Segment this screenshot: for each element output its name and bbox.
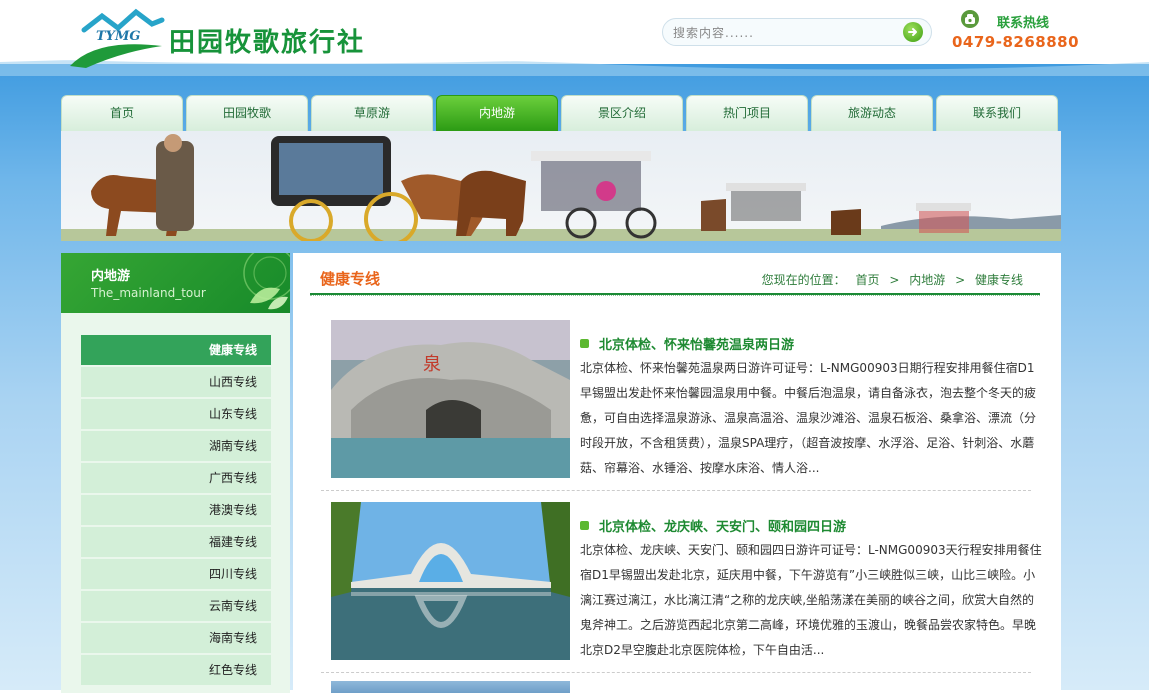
breadcrumb-link-mainland[interactable]: 内地游: [909, 273, 945, 287]
leaf-decoration-icon: [243, 253, 290, 310]
sidebar-item-hainan[interactable]: 海南专线: [81, 623, 271, 653]
site-logo[interactable]: TYMG 田园牧歌旅行社: [66, 8, 416, 70]
sidebar-item-health[interactable]: 健康专线: [81, 335, 271, 365]
article-title-link[interactable]: 北京体检、龙庆峡、天安门、颐和园四日游: [580, 516, 846, 535]
article-thumbnail-hotspring[interactable]: 泉: [331, 320, 570, 478]
sidebar-item-guangxi[interactable]: 广西专线: [81, 463, 271, 493]
logo-mark-text: TYMG: [96, 29, 140, 44]
breadcrumb-prefix: 您现在的位置：: [761, 273, 846, 287]
nav-item-contact[interactable]: 联系我们: [936, 95, 1058, 131]
sidebar-menu: 健康专线 山西专线 山东专线 湖南专线 广西专线 港澳专线 福建专线 四川专线 …: [81, 335, 271, 687]
sidebar-item-fujian[interactable]: 福建专线: [81, 527, 271, 557]
sidebar-title: 内地游: [91, 269, 131, 284]
content-panel: 健康专线 您现在的位置： 首页 > 内地游 > 健康专线 泉 北京体检、怀来怡馨…: [293, 253, 1061, 693]
sidebar-item-shandong[interactable]: 山东专线: [81, 399, 271, 429]
svg-text:泉: 泉: [423, 354, 441, 375]
sidebar-item-shanxi[interactable]: 山西专线: [81, 367, 271, 397]
article-divider: [321, 490, 1031, 491]
search-button[interactable]: [903, 22, 923, 42]
logo-emblem-icon: TYMG: [70, 8, 165, 68]
breadcrumb-current[interactable]: 健康专线: [975, 273, 1023, 287]
article-thumbnail-partial[interactable]: [331, 681, 570, 693]
breadcrumb-separator: >: [955, 273, 966, 287]
search-input[interactable]: [671, 22, 895, 44]
list-item: 泉 北京体检、怀来怡馨苑温泉两日游 北京体检、怀来怡馨苑温泉两日游许可证号：L-…: [331, 320, 1036, 482]
title-divider: [310, 293, 1040, 296]
main-container: 首页 田园牧歌 草原游 内地游 景区介绍 热门项目 旅游动态 联系我们 内地游 …: [61, 95, 1061, 695]
hotline-label: 联系热线: [997, 16, 1050, 31]
brand-name: 田园牧歌旅行社: [169, 28, 366, 58]
sidebar-item-sichuan[interactable]: 四川专线: [81, 559, 271, 589]
page-title: 健康专线: [320, 270, 381, 288]
main-nav: 首页 田园牧歌 草原游 内地游 景区介绍 热门项目 旅游动态 联系我们: [61, 95, 1061, 131]
arrow-right-icon: [908, 28, 917, 36]
article-thumbnail-bridge[interactable]: [331, 502, 570, 660]
nav-item-news[interactable]: 旅游动态: [811, 95, 933, 131]
search-box: [662, 18, 932, 46]
article-title-link[interactable]: 北京体检、怀来怡馨苑温泉两日游: [580, 334, 794, 353]
nav-item-tianyuan[interactable]: 田园牧歌: [186, 95, 308, 131]
banner-image: [61, 131, 1061, 241]
sidebar-item-yunnan[interactable]: 云南专线: [81, 591, 271, 621]
nav-item-grassland[interactable]: 草原游: [311, 95, 433, 131]
nav-item-home[interactable]: 首页: [61, 95, 183, 131]
nav-item-scenic[interactable]: 景区介绍: [561, 95, 683, 131]
breadcrumb-link-home[interactable]: 首页: [856, 273, 880, 287]
sidebar-header: 内地游 The_mainland_tour: [61, 253, 290, 313]
nav-item-hot[interactable]: 热门项目: [686, 95, 808, 131]
list-item: 北京体检、龙庆峡、天安门、颐和园四日游 北京体检、龙庆峡、天安门、颐和园四日游许…: [331, 502, 1042, 664]
nav-item-mainland[interactable]: 内地游: [436, 95, 558, 131]
article-divider: [321, 672, 1031, 673]
sidebar-subtitle: The_mainland_tour: [91, 286, 206, 300]
hotline-number: 0479-8268880: [952, 33, 1080, 51]
sidebar: 内地游 The_mainland_tour 健康专线 山西专线 山东专线 湖南专…: [61, 253, 290, 693]
phone-icon: [961, 10, 979, 28]
article-description: 北京体检、龙庆峡、天安门、颐和园四日游许可证号：L-NMG00903天行程安排用…: [580, 543, 1042, 657]
breadcrumb-separator: >: [889, 273, 900, 287]
sidebar-item-hunan[interactable]: 湖南专线: [81, 431, 271, 461]
sidebar-item-red[interactable]: 红色专线: [81, 655, 271, 685]
sidebar-item-hongkong-macau[interactable]: 港澳专线: [81, 495, 271, 525]
article-description: 北京体检、怀来怡馨苑温泉两日游许可证号：L-NMG00903日期行程安排用餐住宿…: [580, 361, 1037, 475]
breadcrumb: 您现在的位置： 首页 > 内地游 > 健康专线: [759, 271, 1026, 288]
